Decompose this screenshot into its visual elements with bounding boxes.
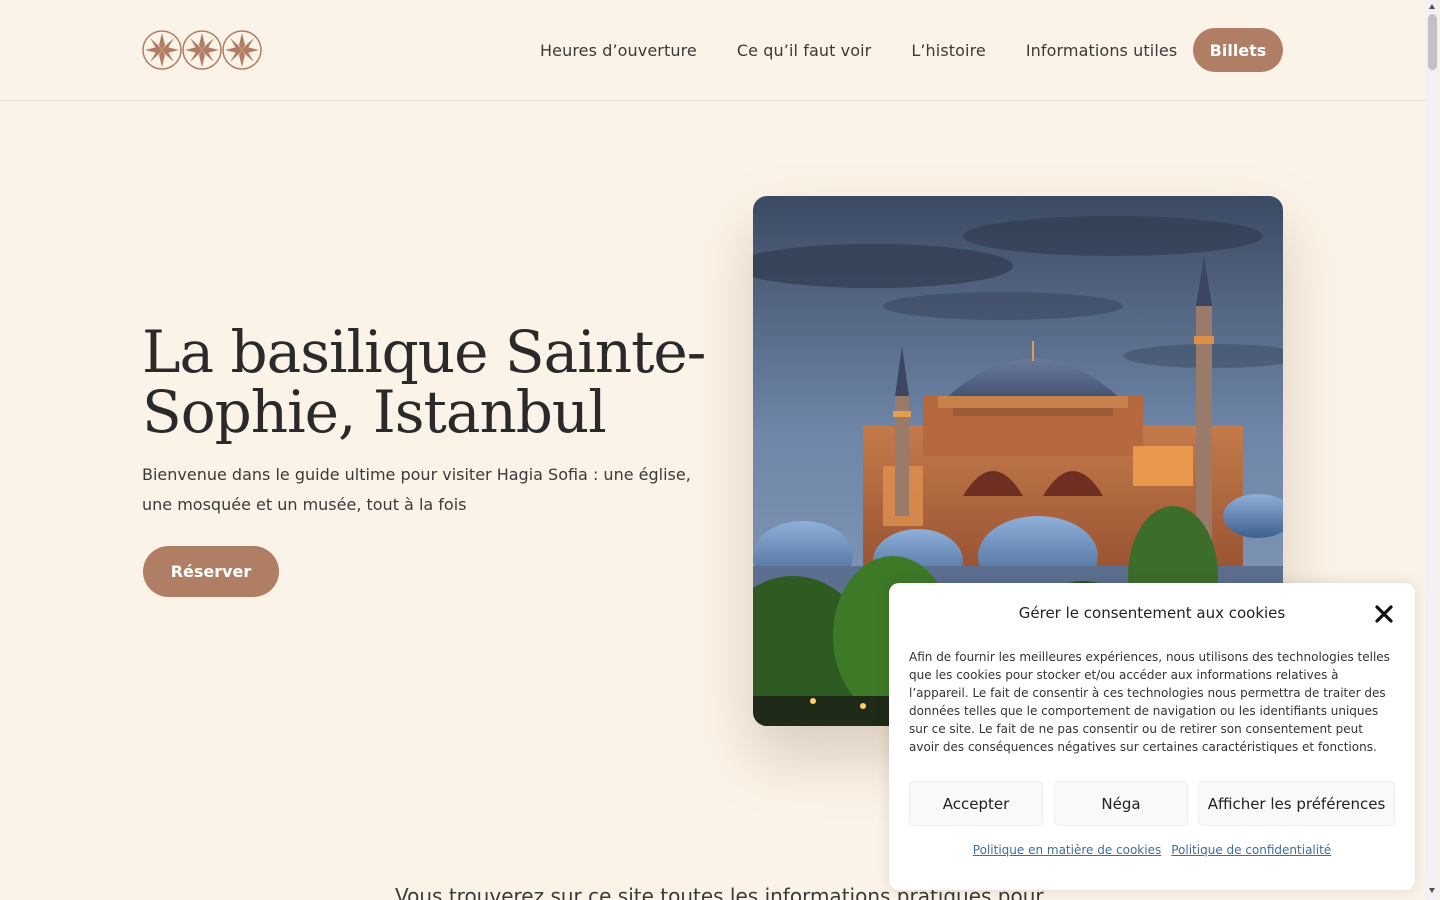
privacy-policy-link[interactable]: Politique de confidentialité — [1171, 843, 1331, 857]
site-logo[interactable] — [142, 29, 264, 71]
deny-cookies-button[interactable]: Néga — [1054, 781, 1188, 826]
scroll-up-arrow-icon[interactable] — [1429, 4, 1435, 9]
accept-cookies-button[interactable]: Accepter — [909, 781, 1043, 826]
nav-what-to-see[interactable]: Ce qu’il faut voir — [737, 41, 871, 60]
scroll-down-arrow-icon[interactable] — [1429, 888, 1435, 893]
cookie-policy-link[interactable]: Politique en matière de cookies — [973, 843, 1161, 857]
cookie-dialog-links: Politique en matière de cookies Politiqu… — [889, 843, 1415, 857]
nav-history[interactable]: L’histoire — [911, 41, 986, 60]
close-icon[interactable] — [1373, 603, 1395, 625]
cookie-consent-dialog: Gérer le consentement aux cookies Afin d… — [889, 583, 1415, 890]
main-nav: Heures d’ouverture Ce qu’il faut voir L’… — [540, 0, 1217, 100]
nav-opening-hours[interactable]: Heures d’ouverture — [540, 41, 697, 60]
view-preferences-button[interactable]: Afficher les préférences — [1198, 781, 1395, 826]
cookie-dialog-body: Afin de fournir les meilleures expérienc… — [909, 650, 1390, 754]
reserve-button[interactable]: Réserver — [143, 546, 279, 597]
hero-subtitle: Bienvenue dans le guide ultime pour visi… — [142, 465, 691, 514]
nav-useful-info[interactable]: Informations utiles — [1026, 41, 1177, 60]
ornament-logo-icon — [142, 30, 182, 70]
tickets-button[interactable]: Billets — [1193, 28, 1283, 72]
hero-title: La basilique Sainte-Sophie, Istanbul — [142, 318, 706, 446]
cookie-dialog-title: Gérer le consentement aux cookies — [1018, 604, 1286, 622]
ornament-logo-icon — [222, 30, 262, 70]
scroll-thumb[interactable] — [1428, 14, 1437, 70]
ornament-logo-icon — [182, 30, 222, 70]
page-scrollbar[interactable] — [1425, 0, 1440, 900]
site-header: Heures d’ouverture Ce qu’il faut voir L’… — [0, 0, 1425, 101]
